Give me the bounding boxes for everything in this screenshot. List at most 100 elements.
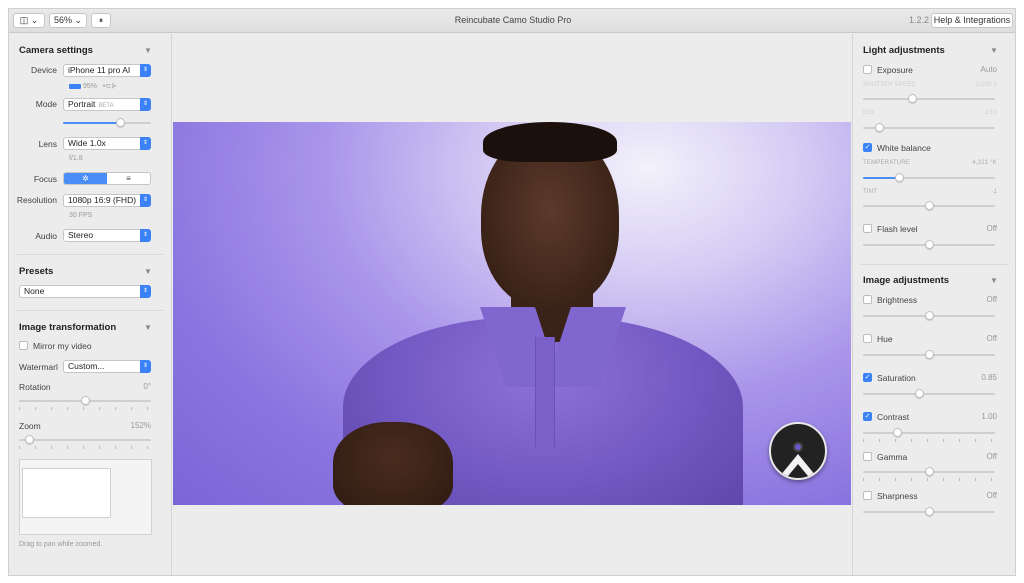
brightness-slider[interactable]: [863, 311, 995, 320]
mirror-video-checkbox[interactable]: [19, 341, 28, 350]
person-hair: [483, 122, 617, 162]
zoom-value: 152%: [130, 421, 151, 430]
white-balance-label: White balance: [877, 143, 931, 153]
rotation-knob[interactable]: [81, 396, 90, 405]
flash-level-checkbox[interactable]: [863, 224, 872, 233]
zoom-slider[interactable]: [19, 435, 151, 444]
image-transformation-chevron-icon[interactable]: ▼: [144, 323, 152, 332]
shutter-speed-label: SHUTTER SPEED: [863, 82, 916, 88]
image-transformation-title: Image transformation: [19, 322, 117, 333]
tint-knob[interactable]: [925, 201, 934, 210]
aperture-value: f/1.8: [69, 155, 83, 162]
help-integrations-button[interactable]: Help & Integrations: [931, 13, 1013, 28]
shutter-speed-value: 1/100 s: [975, 82, 997, 88]
presets-chevron-icon[interactable]: ▼: [144, 267, 152, 276]
rotation-ticks: [19, 407, 151, 410]
light-adjustments-title: Light adjustments: [863, 45, 945, 56]
exposure-checkbox[interactable]: [863, 65, 872, 74]
zoom-ticks: [19, 446, 151, 449]
camera-video-preview: [173, 122, 851, 505]
watermark-label: Watermarl: [19, 362, 58, 372]
sharpness-knob[interactable]: [925, 507, 934, 516]
gamma-ticks: [863, 478, 995, 481]
portrait-blur-knob[interactable]: [116, 118, 125, 127]
portrait-blur-slider[interactable]: [63, 118, 151, 127]
focus-segmented-control[interactable]: ✲ ≡: [63, 172, 151, 185]
camera-settings-title: Camera settings: [19, 45, 93, 56]
rotation-value: 0°: [143, 382, 151, 391]
tint-label: TINT: [863, 189, 878, 195]
presets-select[interactable]: None ⇕: [19, 285, 151, 298]
rotation-label: Rotation: [19, 382, 51, 392]
temperature-slider[interactable]: [863, 173, 995, 182]
camo-logo-lens: [793, 442, 803, 452]
device-select-arrow-icon: ⇕: [140, 64, 151, 77]
lens-label: Lens: [38, 139, 57, 149]
watermark-value: Custom...: [68, 361, 105, 371]
hue-knob[interactable]: [925, 350, 934, 359]
temperature-knob[interactable]: [895, 173, 904, 182]
contrast-checkbox[interactable]: ✓: [863, 412, 872, 421]
audio-select[interactable]: Stereo ⇕: [63, 229, 151, 242]
iso-slider[interactable]: [863, 123, 995, 132]
gamma-checkbox[interactable]: [863, 452, 872, 461]
saturation-slider[interactable]: [863, 389, 995, 398]
flash-level-knob[interactable]: [925, 240, 934, 249]
presets-value: None: [24, 286, 45, 296]
pan-viewport[interactable]: [22, 468, 111, 518]
mode-select[interactable]: Portrait BETA ⇕: [63, 98, 151, 111]
gamma-knob[interactable]: [925, 467, 934, 476]
image-adjustments-chevron-icon[interactable]: ▼: [990, 276, 998, 285]
contrast-knob[interactable]: [893, 428, 902, 437]
contrast-slider[interactable]: [863, 428, 995, 437]
brightness-value: Off: [986, 295, 997, 304]
temperature-fill: [863, 177, 899, 179]
iso-knob[interactable]: [875, 123, 884, 132]
beta-badge: BETA: [98, 103, 114, 109]
contrast-value: 1.00: [981, 412, 997, 421]
white-balance-checkbox[interactable]: ✓: [863, 143, 872, 152]
pan-preview[interactable]: [19, 459, 152, 535]
shutter-speed-slider[interactable]: [863, 94, 995, 103]
device-status: 95% •⊂⊱: [69, 82, 117, 90]
lens-select[interactable]: Wide 1.0x ⇕: [63, 137, 151, 150]
presets-title: Presets: [19, 266, 54, 277]
divider: [17, 310, 164, 311]
contrast-label: Contrast: [877, 412, 910, 422]
brightness-checkbox[interactable]: [863, 295, 872, 304]
camera-settings-chevron-icon[interactable]: ▼: [144, 46, 152, 55]
saturation-knob[interactable]: [915, 389, 924, 398]
window-title: Reincubate Camo Studio Pro: [454, 15, 572, 25]
hue-slider[interactable]: [863, 350, 995, 359]
zoom-knob[interactable]: [25, 435, 34, 444]
watermark-select[interactable]: Custom... ⇕: [63, 360, 151, 373]
lens-select-arrow-icon: ⇕: [140, 137, 151, 150]
sharpness-checkbox[interactable]: [863, 491, 872, 500]
rotation-slider[interactable]: [19, 396, 151, 405]
light-adjustments-chevron-icon[interactable]: ▼: [990, 46, 998, 55]
audio-label: Audio: [35, 231, 57, 241]
brightness-label: Brightness: [877, 295, 918, 305]
device-select[interactable]: iPhone 11 pro AI ⇕: [63, 64, 151, 77]
saturation-checkbox[interactable]: ✓: [863, 373, 872, 382]
contrast-ticks: [863, 439, 995, 442]
image-adjustments-title: Image adjustments: [863, 275, 950, 286]
gamma-slider[interactable]: [863, 467, 995, 476]
hue-checkbox[interactable]: [863, 334, 872, 343]
flash-level-slider[interactable]: [863, 240, 995, 249]
focus-manual-icon[interactable]: ≡: [107, 173, 150, 184]
left-sidebar: Camera settings ▼ Device iPhone 11 pro A…: [9, 34, 172, 575]
pan-hint: Drag to pan while zoomed.: [19, 541, 103, 548]
tint-value: -1: [991, 189, 997, 195]
saturation-label: Saturation: [877, 373, 916, 383]
focus-auto-icon[interactable]: ✲: [64, 173, 107, 184]
brightness-knob[interactable]: [925, 311, 934, 320]
tint-slider[interactable]: [863, 201, 995, 210]
iso-label: ISO: [863, 110, 874, 116]
exposure-label: Exposure: [877, 65, 913, 75]
gamma-value: Off: [986, 452, 997, 461]
sharpness-slider[interactable]: [863, 507, 995, 516]
resolution-select[interactable]: 1080p 16:9 (FHD) ⇕: [63, 194, 151, 207]
divider: [861, 264, 1009, 265]
shutter-speed-knob[interactable]: [908, 94, 917, 103]
